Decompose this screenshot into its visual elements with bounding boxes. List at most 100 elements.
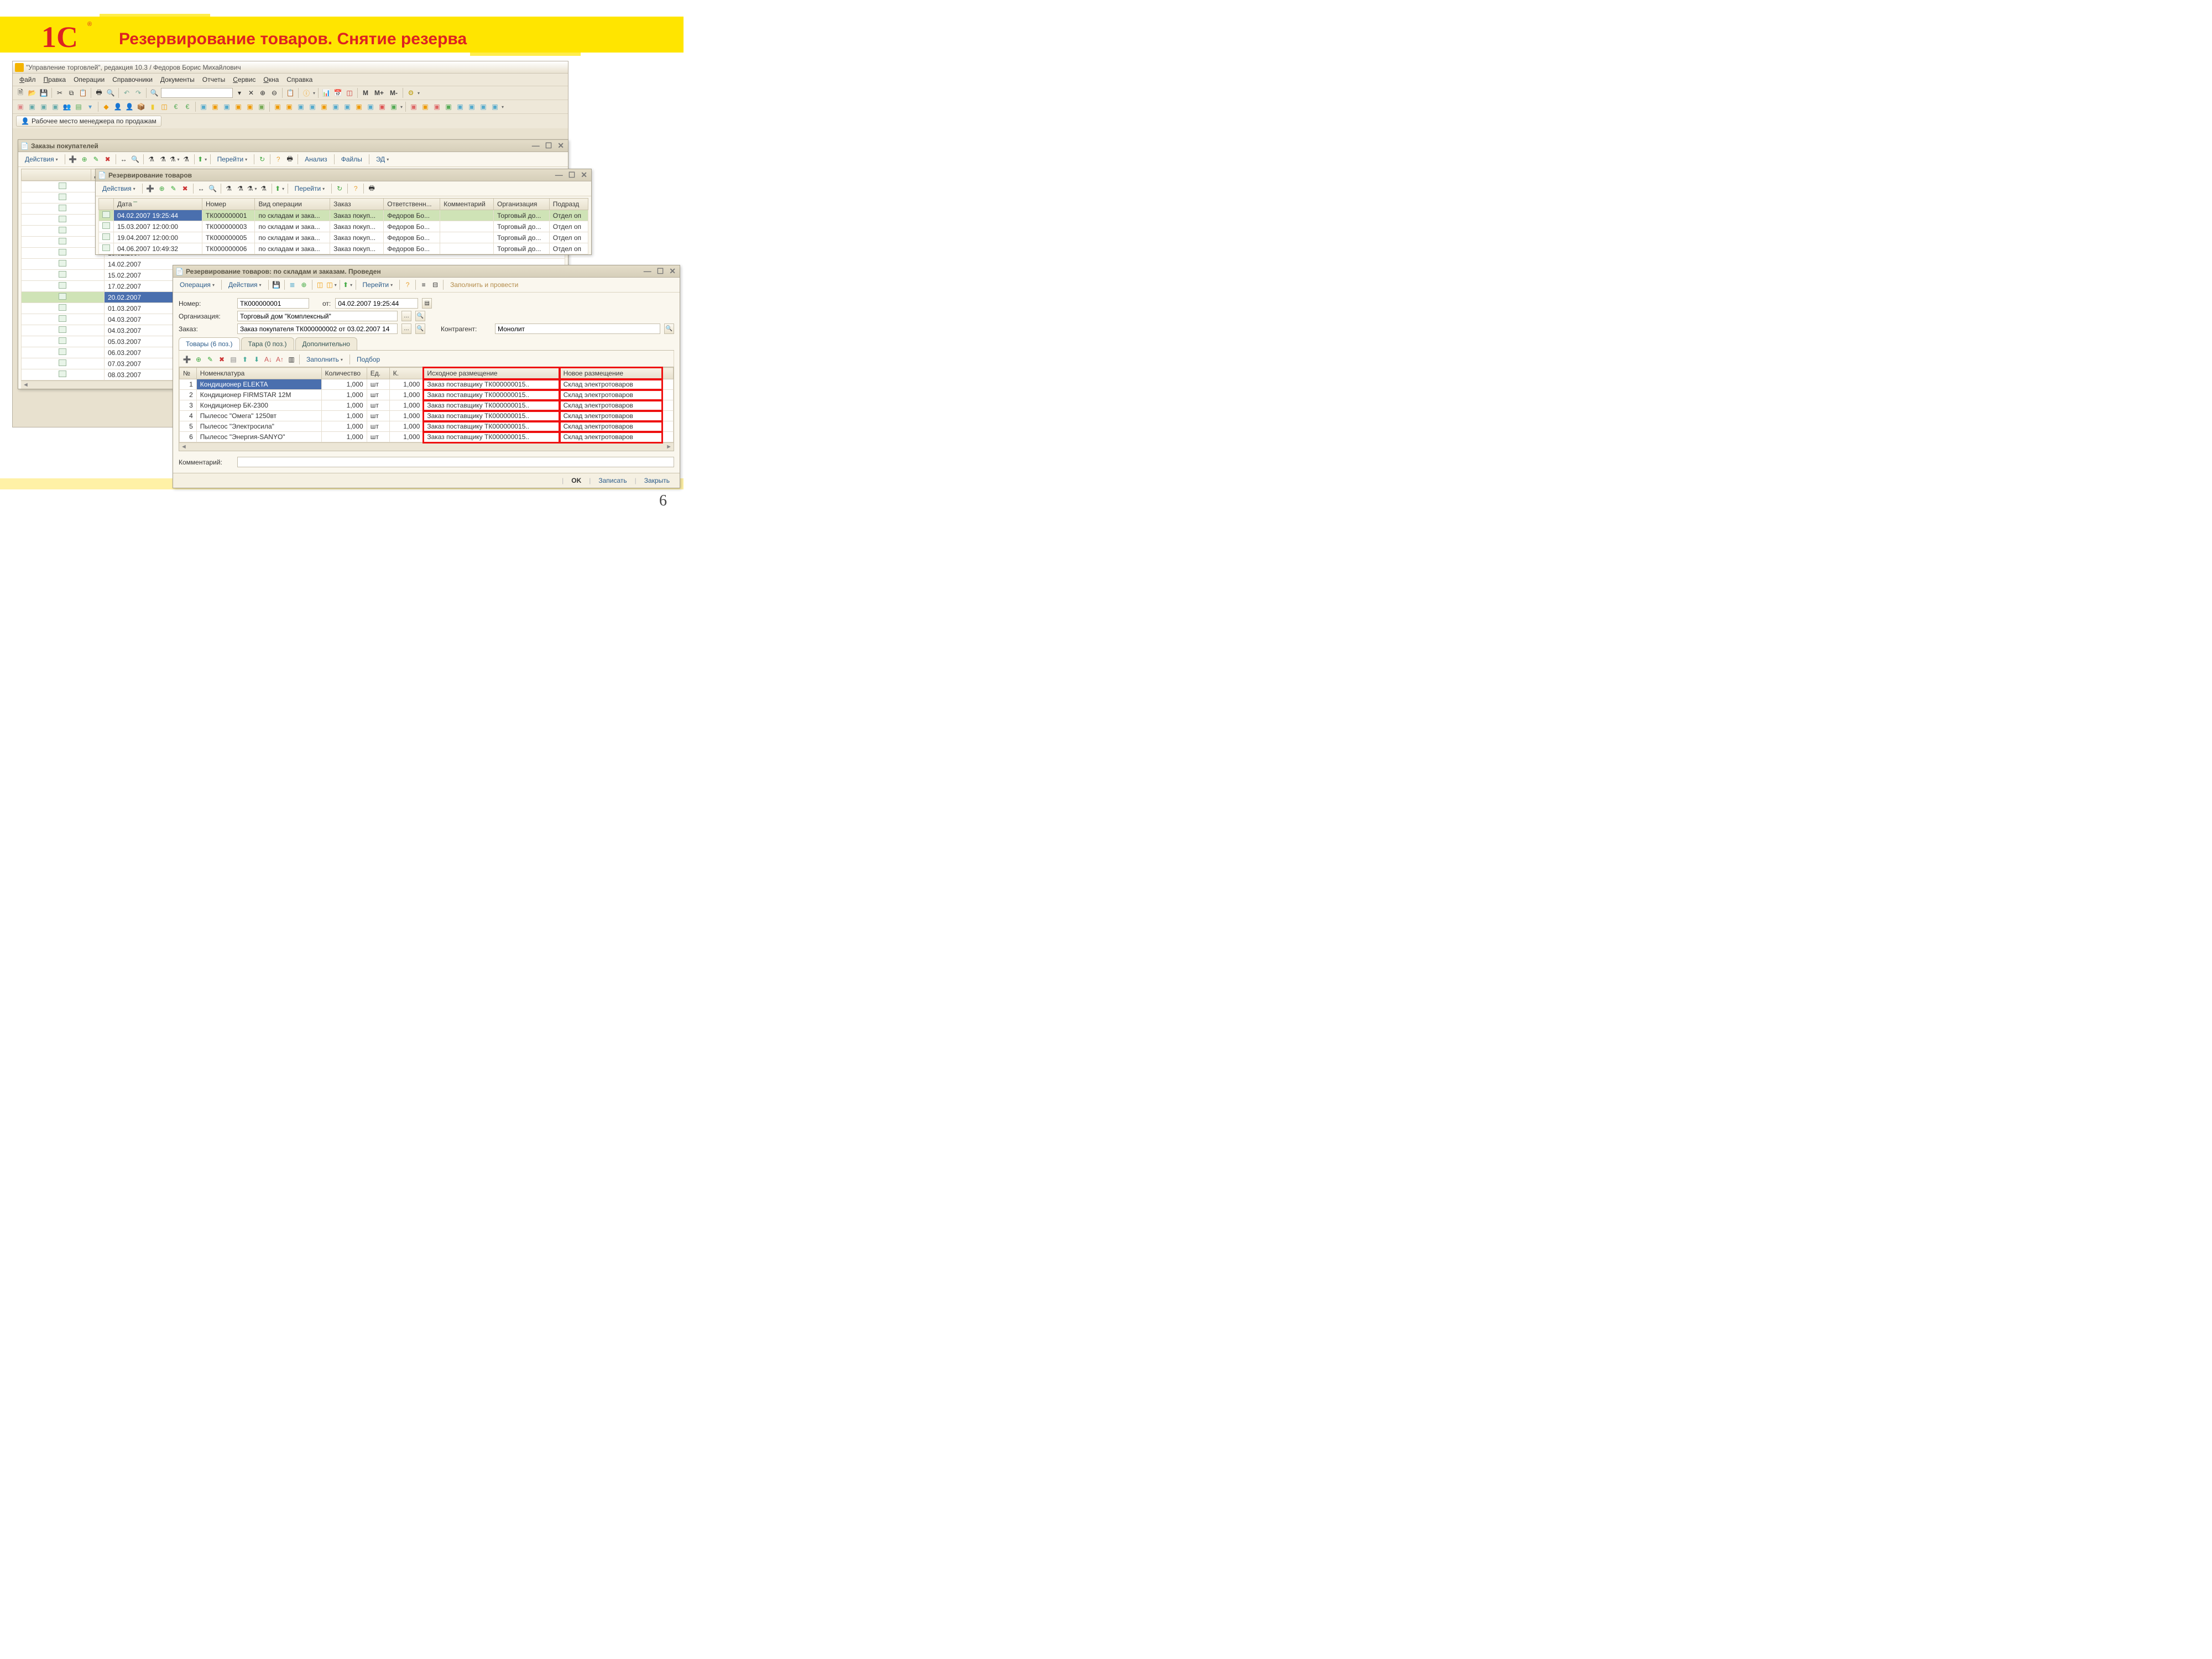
maximize-icon[interactable]: ☐ xyxy=(567,170,577,180)
filter-clear-icon[interactable]: ⚗ xyxy=(259,184,269,194)
select-button[interactable]: Подбор xyxy=(353,354,384,365)
order-select-icon[interactable]: … xyxy=(401,324,411,334)
add-copy-icon[interactable]: ⊕ xyxy=(80,154,90,164)
preview-icon[interactable]: 🔍 xyxy=(106,88,116,98)
table-row[interactable]: 6Пылесос "Энергия-SANYO"1,000шт1,000Зака… xyxy=(180,432,674,442)
doc-actions-menu[interactable]: Действия xyxy=(225,279,265,290)
row-up-icon[interactable]: ⬆ xyxy=(240,354,250,364)
minimize-icon[interactable]: — xyxy=(642,267,653,276)
tab-goods[interactable]: Товары (6 поз.) xyxy=(179,337,240,350)
tab-tare[interactable]: Тара (0 поз.) xyxy=(241,337,294,350)
search-icon[interactable]: 🔍 xyxy=(149,88,159,98)
column-header[interactable]: Ответственн... xyxy=(384,199,440,210)
minimize-icon[interactable]: — xyxy=(554,170,565,180)
menu-file[interactable]: Файл xyxy=(16,75,39,85)
t2-icon-2[interactable]: ▣ xyxy=(27,102,37,112)
t2-icon-18[interactable]: ▣ xyxy=(222,102,232,112)
table-row[interactable]: 04.02.2007 19:25:44ТК000000001по складам… xyxy=(99,210,588,221)
search-dropdown-icon[interactable]: ▾ xyxy=(234,88,244,98)
t2-icon-15[interactable]: € xyxy=(182,102,192,112)
paste-icon[interactable]: 📋 xyxy=(78,88,88,98)
fill-post-button[interactable]: Заполнить и провести xyxy=(446,279,522,290)
t2-icon-20[interactable]: ▣ xyxy=(245,102,255,112)
close-icon[interactable]: ✕ xyxy=(579,170,589,180)
t2-icon-40[interactable]: ▣ xyxy=(490,102,500,112)
goods-grid[interactable]: №НоменклатураКоличествоЕд.К.Исходное раз… xyxy=(179,367,674,442)
save-button[interactable]: Записать xyxy=(593,476,632,486)
fill-button[interactable]: Заполнить xyxy=(302,354,347,365)
doc-add-icon[interactable]: ⊕ xyxy=(299,280,309,290)
scroll-left-icon[interactable]: ◄ xyxy=(181,444,187,450)
menu-documents[interactable]: Документы xyxy=(157,75,198,85)
t2-icon-24[interactable]: ▣ xyxy=(296,102,306,112)
memory-mminus[interactable]: M- xyxy=(388,89,400,97)
t2-icon-9[interactable]: 👤 xyxy=(113,102,123,112)
column-header[interactable]: Заказ xyxy=(330,199,384,210)
analysis-button[interactable]: Анализ xyxy=(301,154,331,165)
row-delete-icon[interactable]: ✖ xyxy=(217,354,227,364)
help-icon[interactable]: ? xyxy=(403,280,413,290)
table-row[interactable]: 19.04.2007 12:00:00ТК000000005по складам… xyxy=(99,232,588,243)
doc-list-icon[interactable]: ≣ xyxy=(288,280,298,290)
orders-actions-menu[interactable]: Действия xyxy=(21,154,62,165)
minimize-icon[interactable]: — xyxy=(530,141,541,150)
t2-icon-1[interactable]: ▣ xyxy=(15,102,25,112)
add-copy-icon[interactable]: ⊕ xyxy=(157,184,167,194)
struct-icon-1[interactable]: ≡ xyxy=(419,280,429,290)
tool-icon[interactable]: ⚙ xyxy=(406,88,416,98)
t2-icon-7[interactable]: ▾ xyxy=(85,102,95,112)
reserve-actions-menu[interactable]: Действия xyxy=(98,183,139,194)
date-icon[interactable]: ◫ xyxy=(345,88,354,98)
print-icon-2[interactable]: 🖶 xyxy=(367,184,377,194)
help-icon[interactable]: ? xyxy=(273,154,283,164)
menu-operations[interactable]: Операции xyxy=(70,75,108,85)
t2-icon-11[interactable]: 📦 xyxy=(136,102,146,112)
sort-asc-icon[interactable]: A↓ xyxy=(263,354,273,364)
row-down-icon[interactable]: ⬇ xyxy=(252,354,262,364)
t2-icon-37[interactable]: ▣ xyxy=(455,102,465,112)
menu-service[interactable]: Сервис xyxy=(229,75,259,85)
zoom-in-icon[interactable]: ⊕ xyxy=(258,88,268,98)
t2-icon-39[interactable]: ▣ xyxy=(478,102,488,112)
post-icon[interactable]: ⬆ xyxy=(197,154,207,164)
refresh-icon[interactable]: ↻ xyxy=(335,184,345,194)
doc-tool-icon-2[interactable]: ◫ xyxy=(327,280,337,290)
t2-icon-4[interactable]: ▣ xyxy=(50,102,60,112)
scroll-right-icon[interactable]: ► xyxy=(666,444,672,450)
filter-icon-2[interactable]: ⚗ xyxy=(236,184,246,194)
delete-icon[interactable]: ✖ xyxy=(180,184,190,194)
find-icon[interactable]: 🔍 xyxy=(131,154,140,164)
filter-icon-1[interactable]: ⚗ xyxy=(147,154,156,164)
column-header[interactable]: № xyxy=(180,368,197,379)
filter-icon-3[interactable]: ⚗ xyxy=(170,154,180,164)
files-button[interactable]: Файлы xyxy=(337,154,366,165)
print-icon-2[interactable]: 🖶 xyxy=(285,154,295,164)
row-end-icon[interactable]: ▤ xyxy=(228,354,238,364)
column-header[interactable]: Исходное размещение xyxy=(424,368,560,379)
contragent-field[interactable] xyxy=(495,324,660,334)
doc-operation-menu[interactable]: Операция xyxy=(176,279,218,290)
add-icon[interactable]: ➕ xyxy=(145,184,155,194)
doc-tool-icon-1[interactable]: ◫ xyxy=(315,280,325,290)
menu-catalogs[interactable]: Справочники xyxy=(109,75,156,85)
column-header[interactable]: Ед. xyxy=(367,368,389,379)
t2-icon-14[interactable]: € xyxy=(171,102,181,112)
calendar-icon[interactable]: 📅 xyxy=(333,88,343,98)
row-copy-icon[interactable]: ⊕ xyxy=(194,354,204,364)
info-icon[interactable]: ⓘ xyxy=(301,88,311,98)
search-input[interactable] xyxy=(161,88,233,98)
scroll-left-icon[interactable]: ◄ xyxy=(23,382,29,388)
order-field[interactable] xyxy=(237,324,398,334)
open-icon[interactable]: 📂 xyxy=(27,88,37,98)
sort-desc-icon[interactable]: A↑ xyxy=(275,354,285,364)
t2-icon-22[interactable]: ▣ xyxy=(273,102,283,112)
calc-icon[interactable]: 📊 xyxy=(321,88,331,98)
comment-field[interactable] xyxy=(237,457,674,467)
redo-icon[interactable]: ↷ xyxy=(133,88,143,98)
memory-mplus[interactable]: M+ xyxy=(372,89,386,97)
t2-icon-32[interactable]: ▣ xyxy=(389,102,399,112)
column-header[interactable]: Новое размещение xyxy=(560,368,662,379)
maximize-icon[interactable]: ☐ xyxy=(544,141,554,150)
org-open-icon[interactable]: 🔍 xyxy=(415,311,425,321)
column-header[interactable]: Комментарий xyxy=(440,199,494,210)
